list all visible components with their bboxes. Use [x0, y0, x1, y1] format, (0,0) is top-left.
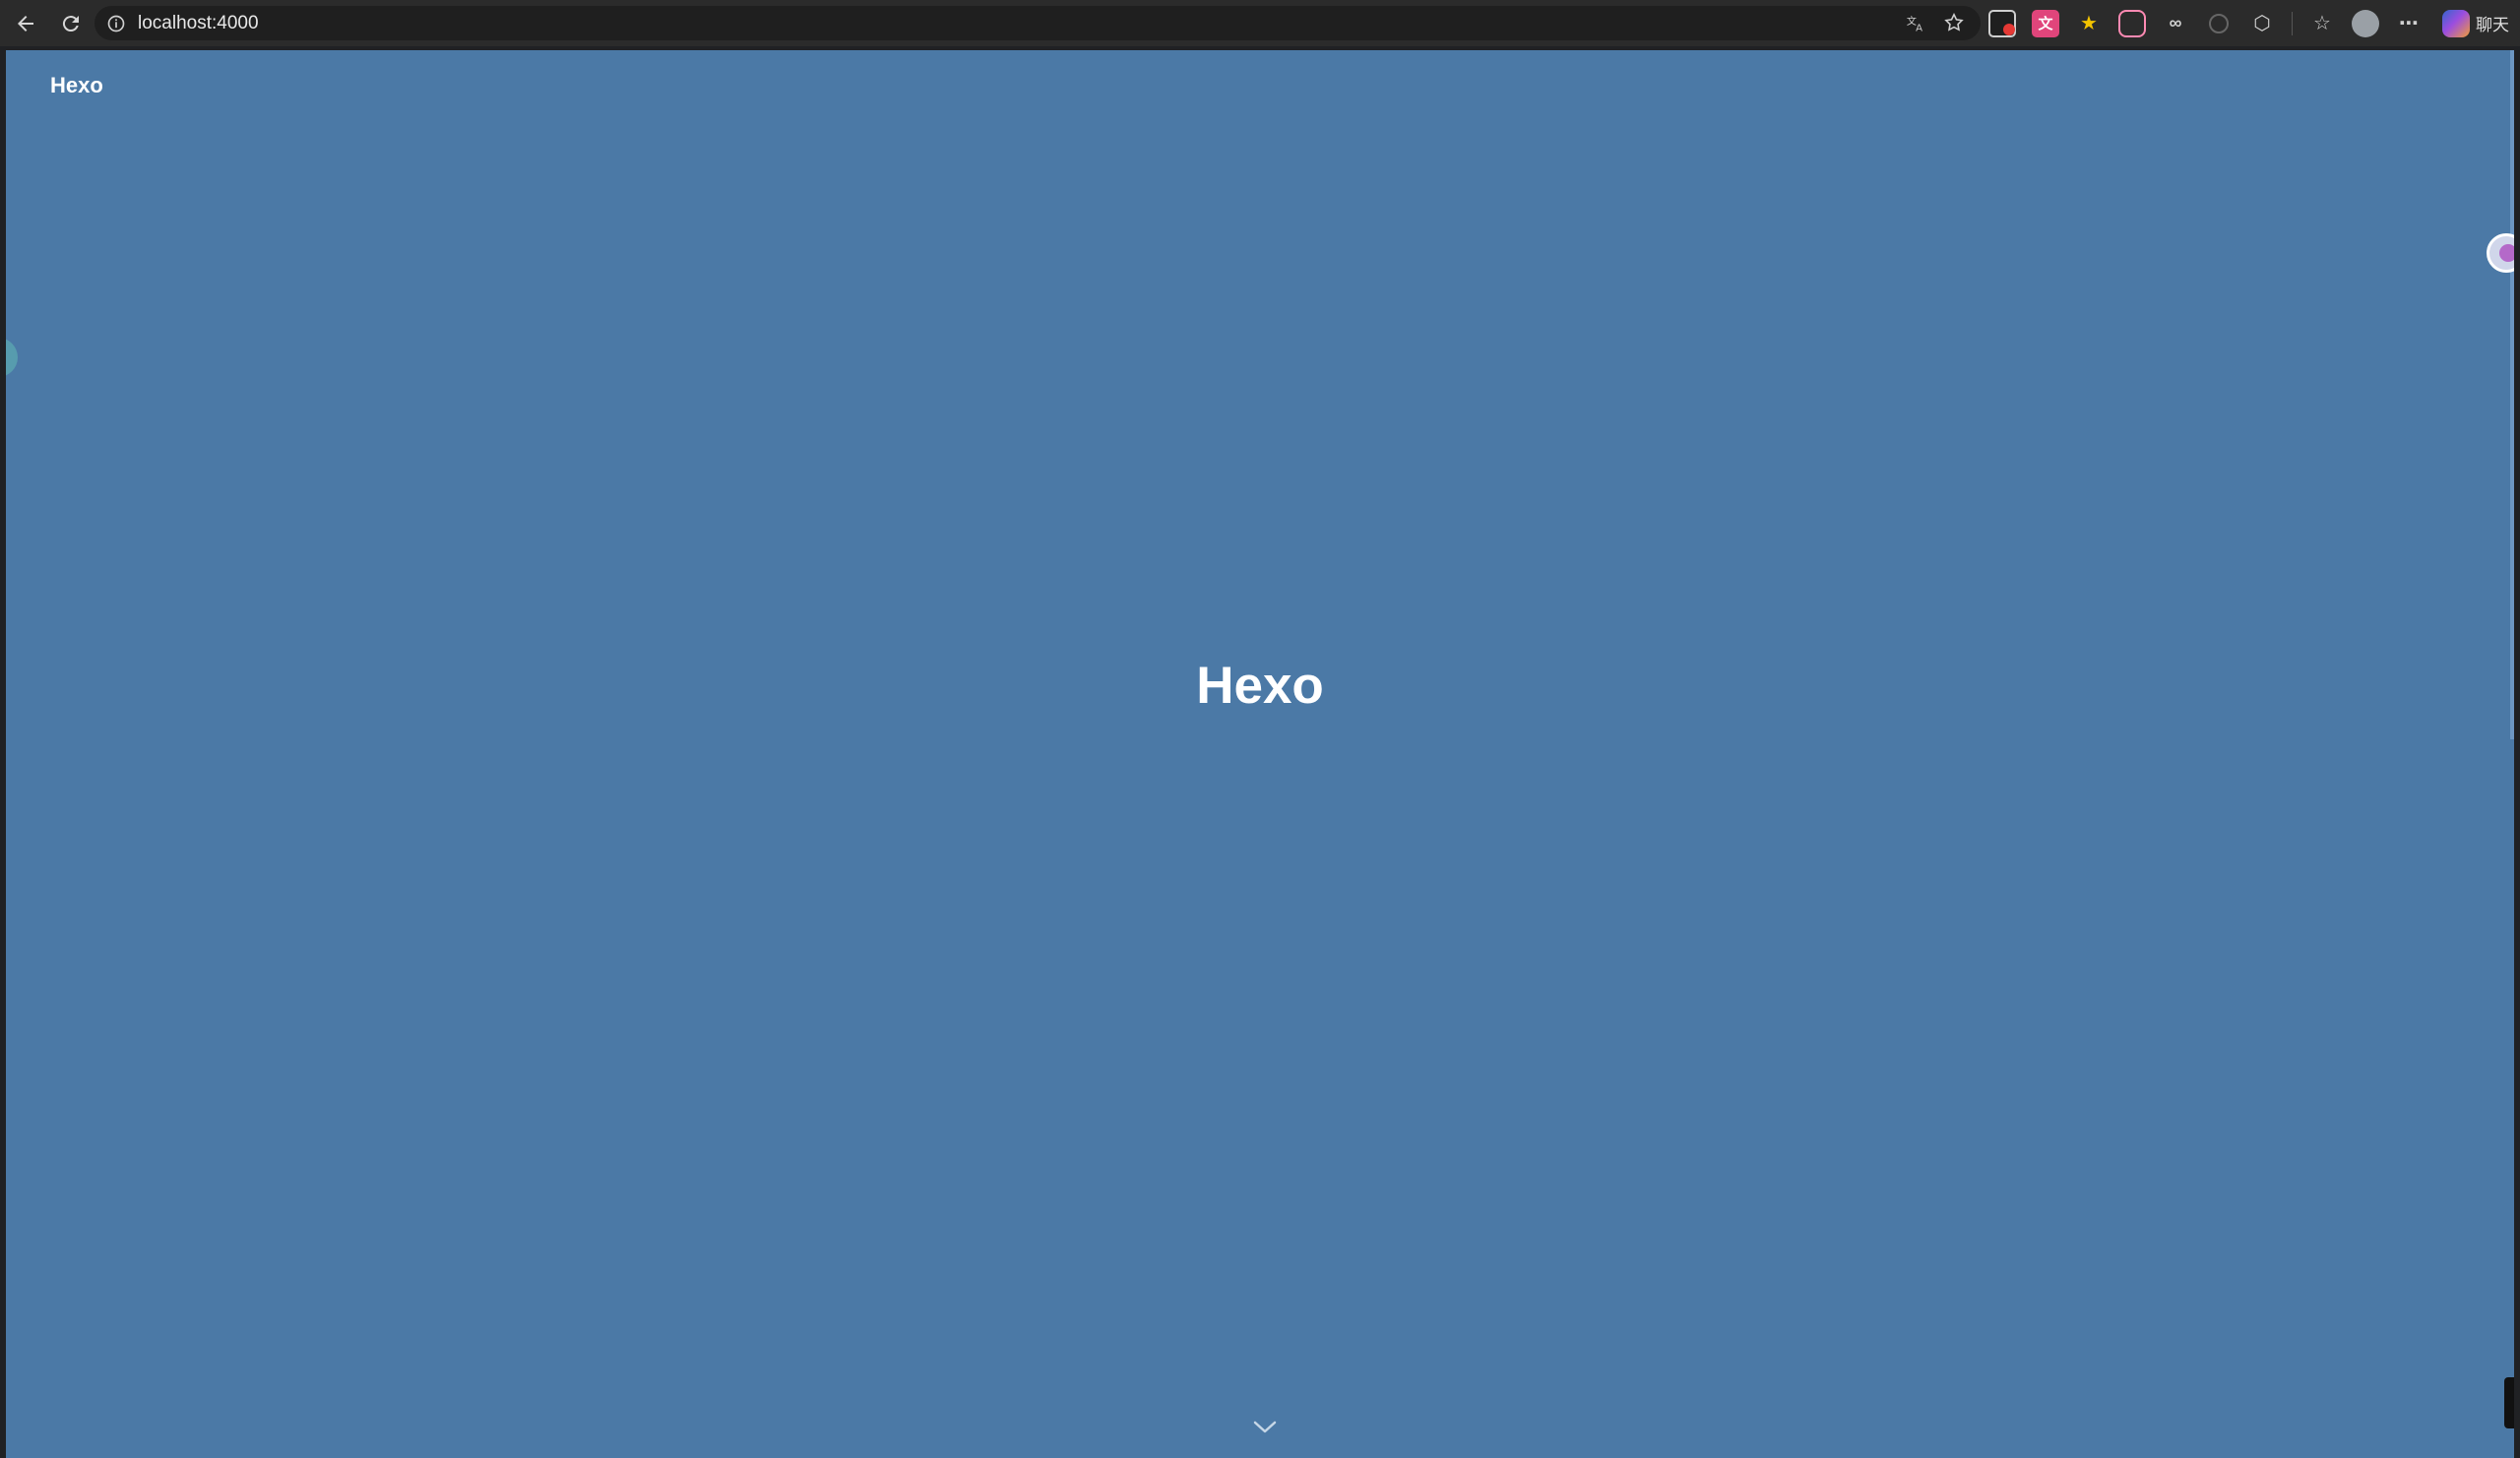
- url-text[interactable]: localhost:4000: [138, 13, 259, 34]
- hero-title: Hexo: [1196, 657, 1324, 715]
- site-info-icon[interactable]: [106, 14, 126, 33]
- page-viewport: Hexo Hexo: [6, 50, 2514, 1458]
- scroll-down-chevron-icon[interactable]: [1252, 1417, 1278, 1436]
- reload-icon: [62, 15, 79, 32]
- profile-avatar-icon[interactable]: [2352, 9, 2379, 37]
- translate-icon[interactable]: 文A: [1904, 10, 1929, 35]
- browser-toolbar: localhost:4000 文A 文 ★ ∞ ⬡ ☆ ⋯ 聊天: [0, 0, 2520, 46]
- address-bar[interactable]: localhost:4000 文A: [94, 6, 1981, 40]
- extension-cat-icon[interactable]: [2118, 9, 2146, 37]
- favorite-star-icon[interactable]: [1941, 10, 1967, 35]
- extension-pink-icon[interactable]: 文: [2032, 9, 2059, 37]
- chat-label: 聊天: [2476, 16, 2509, 34]
- back-arrow-icon: [18, 15, 33, 32]
- extensions-puzzle-icon[interactable]: ⬡: [2248, 10, 2276, 37]
- back-button[interactable]: [6, 4, 45, 43]
- side-tab-handle[interactable]: [2504, 1377, 2514, 1428]
- floating-assistant-avatar[interactable]: [2487, 233, 2514, 273]
- extension-yellow-icon[interactable]: ★: [2075, 10, 2103, 37]
- extension-circle-icon[interactable]: [2205, 10, 2233, 37]
- side-panel-handle[interactable]: [6, 338, 18, 377]
- copilot-icon: [2442, 9, 2470, 37]
- svg-text:A: A: [1916, 23, 1922, 33]
- extension-glasses-icon[interactable]: ∞: [2162, 10, 2189, 37]
- toolbar-divider: [2292, 11, 2293, 35]
- favorites-list-icon[interactable]: ☆: [2308, 10, 2336, 37]
- site-title-link[interactable]: Hexo: [50, 73, 103, 98]
- scrollbar[interactable]: [2510, 50, 2514, 739]
- extension-tab-counter-icon[interactable]: [1988, 9, 2016, 37]
- extension-toolbar: 文 ★ ∞ ⬡ ☆ ⋯ 聊天: [1988, 6, 2509, 40]
- more-menu-icon[interactable]: ⋯: [2395, 10, 2423, 37]
- reload-button[interactable]: [51, 4, 91, 43]
- copilot-chat-button[interactable]: 聊天: [2442, 9, 2509, 37]
